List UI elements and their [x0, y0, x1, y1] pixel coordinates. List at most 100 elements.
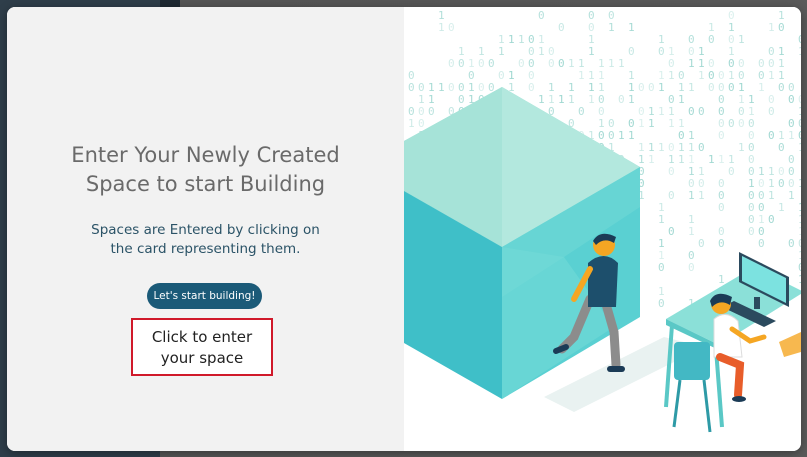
instruction-callout: Click to enter your space: [131, 318, 273, 376]
binary-digit: 1: [648, 153, 655, 166]
binary-digit: 1: [648, 117, 655, 130]
binary-digit: 0: [638, 81, 645, 94]
binary-digit: 0: [698, 141, 705, 154]
binary-digit: 1: [698, 69, 705, 82]
binary-digit: 0: [778, 177, 785, 190]
binary-digit: 0: [698, 237, 705, 250]
binary-digit: 1: [788, 189, 795, 202]
binary-digit: 1: [718, 153, 725, 166]
binary-digit: 0: [448, 81, 455, 94]
binary-digit: 0: [728, 117, 735, 130]
binary-digit: 0: [428, 105, 435, 118]
modal-subtitle-line-2: the card representing them.: [110, 241, 301, 257]
binary-digit: 0: [778, 21, 785, 34]
binary-digit: 0: [718, 129, 725, 142]
binary-digit: 1: [658, 213, 665, 226]
binary-digit: 0: [498, 69, 505, 82]
binary-digit: 0: [788, 237, 795, 250]
binary-digit: 1: [608, 57, 615, 70]
illustration-panel: 0001000100001001010110000010011100001111…: [404, 7, 801, 451]
binary-digit: 0: [708, 33, 715, 46]
binary-digit: 0: [708, 81, 715, 94]
binary-digit: 1: [708, 153, 715, 166]
binary-digit: 1: [438, 21, 445, 34]
binary-digit: 0: [528, 81, 535, 94]
callout-line-2: your space: [160, 349, 244, 367]
binary-digit: 1: [438, 81, 445, 94]
binary-digit: 1: [768, 189, 775, 202]
binary-digit: 0: [488, 57, 495, 70]
binary-digit: 0: [768, 213, 775, 226]
binary-digit: 0: [688, 105, 695, 118]
start-building-button[interactable]: Let's start building!: [147, 283, 262, 309]
binary-digit: 1: [658, 105, 665, 118]
binary-digit: 0: [748, 225, 755, 238]
binary-digit: 1: [688, 225, 695, 238]
binary-digit: 0: [458, 57, 465, 70]
binary-digit: 0: [658, 45, 665, 58]
binary-digit: 0: [668, 225, 675, 238]
binary-digit: 0: [738, 117, 745, 130]
binary-digit: 0: [648, 81, 655, 94]
binary-digit: 1: [508, 33, 515, 46]
binary-digit: 1: [608, 21, 615, 34]
binary-digit: 0: [668, 165, 675, 178]
binary-digit: 0: [778, 141, 785, 154]
binary-digit: 1: [538, 45, 545, 58]
binary-digit: 0: [768, 105, 775, 118]
binary-digit: 1: [568, 57, 575, 70]
binary-digit: 0: [658, 261, 665, 274]
binary-digit: 1: [768, 21, 775, 34]
binary-digit: 1: [628, 93, 635, 106]
modal-title-line-1: Enter Your Newly Created: [71, 143, 340, 167]
binary-digit: 1: [588, 45, 595, 58]
binary-digit: 1: [618, 57, 625, 70]
binary-digit: 1: [688, 57, 695, 70]
illustration-svg: 0001000100001001010110000010011100001111…: [404, 9, 801, 433]
binary-digit: 0: [478, 57, 485, 70]
binary-digit: 1: [778, 201, 785, 214]
binary-digit: 0: [558, 57, 565, 70]
binary-digit: 0: [618, 93, 625, 106]
binary-digit: 1: [668, 69, 675, 82]
binary-digit: 1: [798, 177, 801, 190]
binary-digit: 1: [788, 129, 795, 142]
developer-at-desk-illustration: [664, 252, 801, 433]
binary-digit: 1: [568, 93, 575, 106]
binary-digit: 1: [558, 93, 565, 106]
binary-digit: 0: [578, 105, 585, 118]
modal-subtitle: Spaces are Entered by clicking on the ca…: [7, 221, 404, 259]
binary-digit: 0: [668, 189, 675, 202]
binary-digit: 1: [578, 69, 585, 82]
binary-digit: 1: [678, 153, 685, 166]
binary-digit: 0: [698, 105, 705, 118]
binary-digit: 1: [658, 81, 665, 94]
binary-digit: 1: [658, 141, 665, 154]
binary-digit: 1: [498, 45, 505, 58]
binary-digit: 1: [738, 33, 745, 46]
binary-digit: 0: [558, 21, 565, 34]
binary-digit: 0: [778, 81, 785, 94]
binary-digit: 1: [678, 93, 685, 106]
binary-digit: 0: [718, 201, 725, 214]
binary-digit: 1: [688, 81, 695, 94]
binary-digit: 1: [668, 117, 675, 130]
binary-digit: 1: [698, 189, 705, 202]
binary-digit: 0: [768, 129, 775, 142]
binary-digit: 0: [718, 237, 725, 250]
binary-digit: 1: [738, 141, 745, 154]
binary-digit: 1: [688, 189, 695, 202]
modal-text-panel: Enter Your Newly Created Space to start …: [7, 7, 404, 451]
binary-digit: 0: [728, 81, 735, 94]
binary-digit: 1: [758, 81, 765, 94]
modal-title: Enter Your Newly Created Space to start …: [7, 141, 404, 199]
binary-digit: 0: [758, 237, 765, 250]
binary-digit: 0: [408, 81, 415, 94]
onboarding-modal: Enter Your Newly Created Space to start …: [7, 7, 801, 451]
binary-digit: 1: [798, 45, 801, 58]
binary-digit: 0: [448, 21, 455, 34]
binary-digit: 1: [798, 273, 801, 286]
binary-digit: 1: [638, 117, 645, 130]
binary-digit: 0: [448, 57, 455, 70]
binary-digit: 1: [768, 69, 775, 82]
